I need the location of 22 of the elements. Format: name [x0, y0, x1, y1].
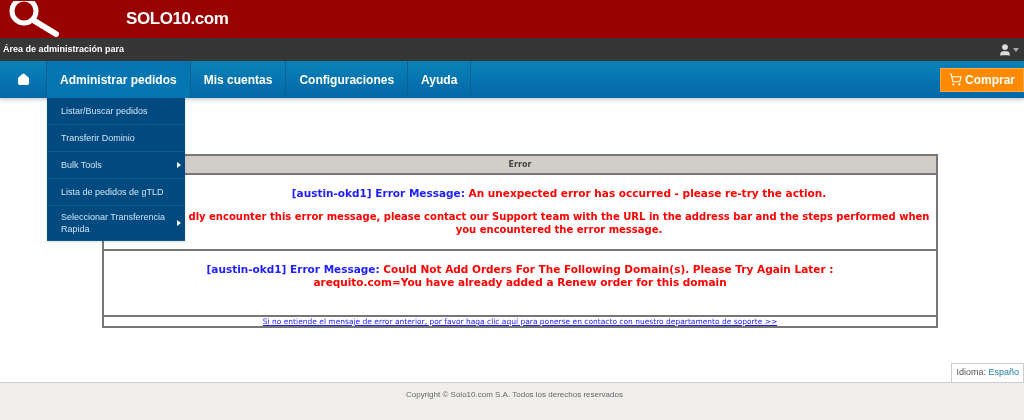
site-logo[interactable]: SOLO10.com	[126, 6, 229, 32]
submenu-arrow-icon	[177, 162, 181, 168]
error-message: [austin-okd1] Error Message: Could Not Add Orders For The Following Domain(s). Please Try Again Later : arequito.com=You have already added a Renew order for this domain	[205, 263, 835, 289]
copyright-text: Copyright © Solo10.com S.A. Todos los derechos reservados	[406, 389, 623, 401]
nav-tab[interactable]: Mis cuentas	[190, 61, 287, 98]
caret-icon	[1013, 47, 1019, 52]
nav-tab[interactable]: Configuraciones	[286, 61, 409, 98]
error-message: [austin-okd1] Error Message: An unexpected error has occurred - please re-try the action.	[290, 187, 828, 200]
submenu-arrow-icon	[177, 220, 181, 226]
user-icon	[998, 42, 1012, 57]
nav-tab[interactable]: Ayuda	[408, 61, 472, 98]
home-icon	[16, 73, 30, 86]
dropdown-item[interactable]: Listar/Buscar pedidos	[47, 98, 185, 125]
dropdown-item[interactable]: Lista de pedidos de gTLD	[47, 179, 185, 206]
language-selector[interactable]: Idioma: Españo	[951, 363, 1024, 382]
error-detail: dly encounter this error message, please contact our Support team with the URL in the address bar and the steps performed when you encountered the error message.	[187, 210, 931, 236]
dropdown-item[interactable]: Transferir Dominio	[47, 125, 185, 152]
nav-tab[interactable]: Administrar pedidos	[47, 61, 191, 98]
cart-icon	[949, 73, 962, 86]
admin-area-label: Área de administración para	[3, 42, 125, 56]
dropdown-item[interactable]: Seleccionar Transferencia Rapida	[47, 206, 185, 241]
user-menu-button[interactable]	[998, 42, 1021, 57]
